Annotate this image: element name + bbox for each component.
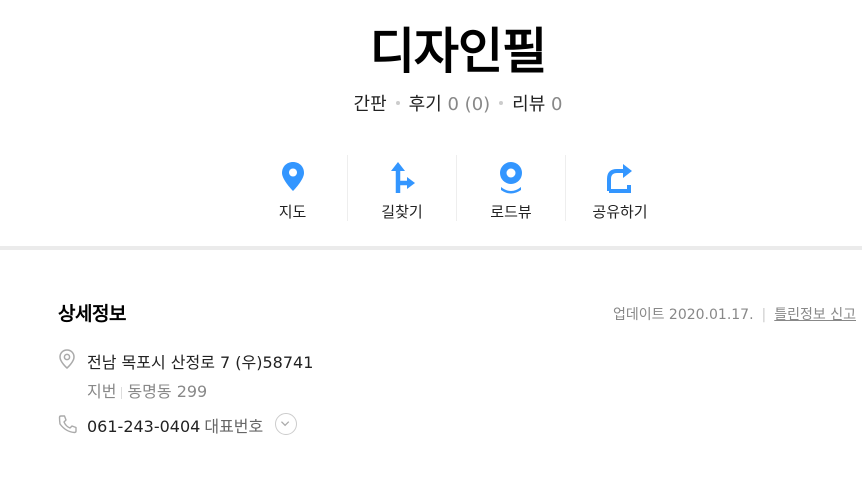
meta-dot — [395, 101, 400, 105]
jibun-value: 동명동 299 — [127, 382, 208, 401]
place-name: 디자인필 — [369, 23, 547, 80]
phone-number[interactable]: 061-243-0404 — [87, 417, 200, 436]
chevron-down-icon — [281, 421, 290, 427]
share-button[interactable]: 공유하기 — [565, 155, 674, 221]
report-wrong-info-link[interactable]: 틀린정보 신고 — [774, 307, 856, 323]
map-button[interactable]: 지도 — [238, 155, 347, 221]
phone-type: 대표번호 — [204, 417, 264, 436]
roadview-button[interactable]: 로드뷰 — [456, 155, 565, 221]
update-info: 업데이트 2020.01.17. | 틀린정보 신고 — [613, 304, 856, 324]
place-meta: 간판 후기 0 (0) 리뷰 0 — [0, 90, 862, 116]
directions-icon — [391, 162, 415, 193]
meta-dot — [499, 101, 504, 105]
address-text: 전남 목포시 산정로 7 (우)58741 — [87, 353, 314, 372]
roadview-label: 로드뷰 — [490, 203, 532, 221]
section-divider — [0, 246, 862, 250]
phone-expand-button[interactable] — [275, 413, 297, 435]
map-label: 지도 — [278, 203, 307, 221]
phone-info: 061-243-0404 대표번호 — [87, 413, 263, 437]
map-pin-icon — [281, 162, 304, 191]
blog-review-count[interactable]: 0 — [551, 94, 562, 115]
update-separator: | — [761, 307, 767, 323]
jibun-address: 지번 동명동 299 — [87, 378, 207, 402]
review-count[interactable]: 0 (0) — [448, 94, 491, 115]
detail-section-title: 상세정보 — [58, 303, 126, 325]
jibun-separator — [121, 386, 123, 399]
place-category: 간판 — [353, 94, 387, 115]
phone-icon — [58, 415, 77, 434]
share-icon — [607, 164, 632, 193]
jibun-label: 지번 — [87, 382, 117, 401]
location-pin-icon — [59, 349, 75, 369]
blog-review-label[interactable]: 리뷰 — [512, 94, 545, 115]
place-header: 디자인필 간판 후기 0 (0) 리뷰 0 지도 길찾기 로드뷰 공유하기 — [0, 0, 862, 248]
directions-label: 길찾기 — [381, 203, 423, 221]
review-label[interactable]: 후기 — [409, 94, 442, 115]
share-label: 공유하기 — [592, 203, 648, 221]
action-bar: 지도 길찾기 로드뷰 공유하기 — [238, 155, 674, 221]
directions-button[interactable]: 길찾기 — [347, 155, 456, 221]
update-date: 업데이트 2020.01.17. — [612, 307, 754, 323]
roadview-icon — [500, 162, 522, 194]
